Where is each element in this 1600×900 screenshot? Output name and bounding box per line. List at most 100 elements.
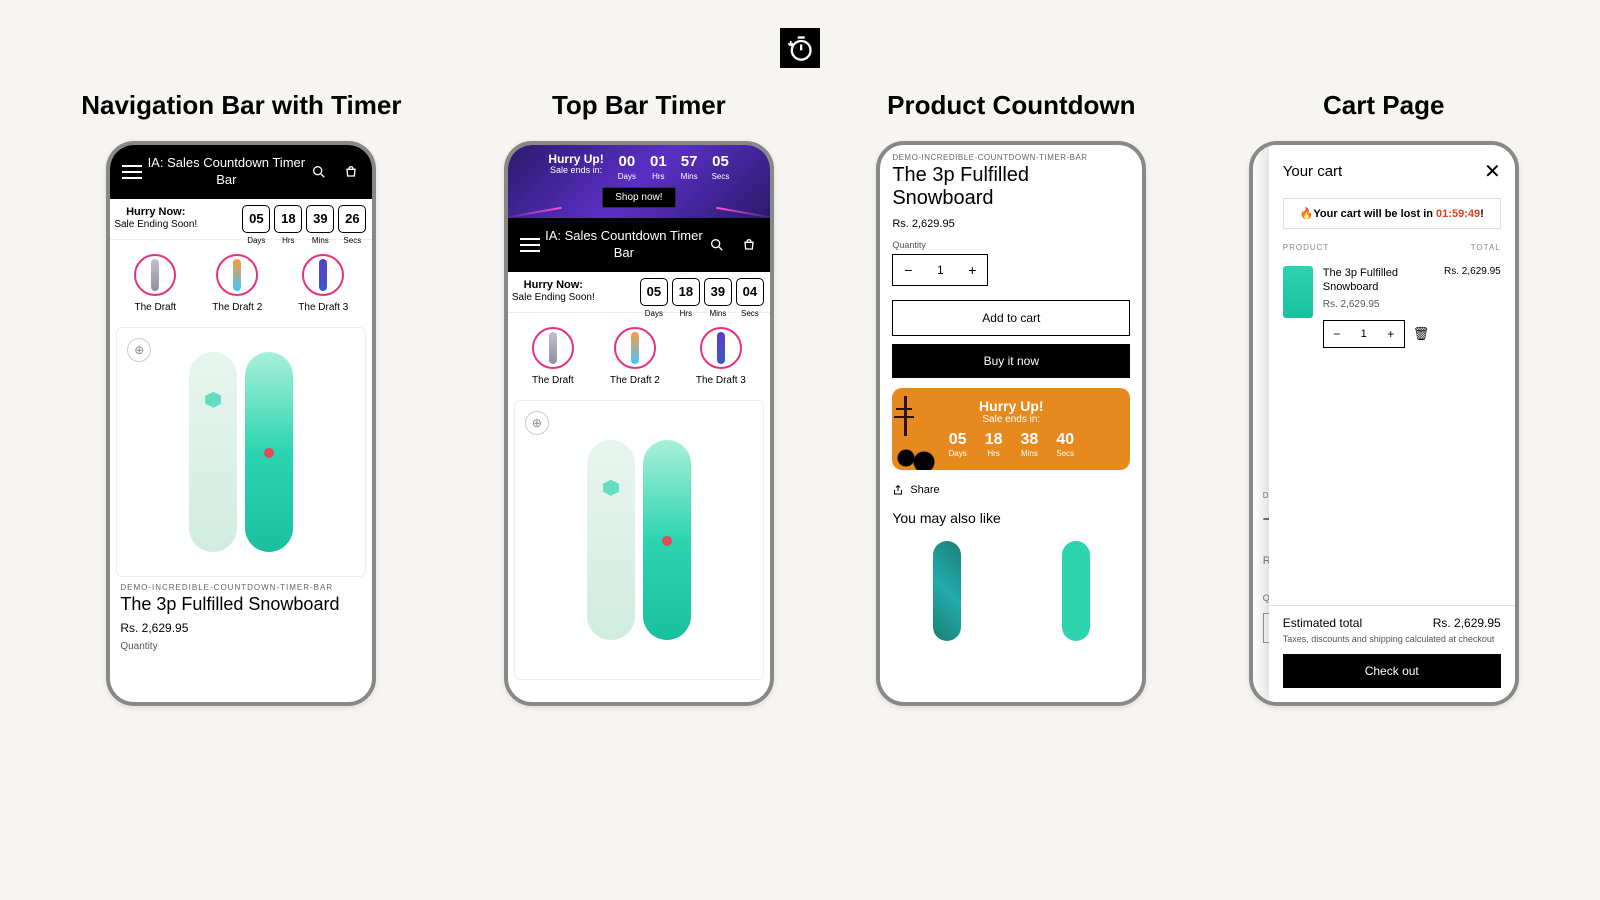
vendor-label: DEMO-INCREDIBLE-COUNTDOWN-TIMER-BAR [892,153,1130,162]
product-title[interactable]: The 3p Fulfilled Snowboard [120,594,362,615]
cart-item-name[interactable]: The 3p Fulfilled Snowboard [1323,266,1434,295]
navbar: IA: Sales Countdown Timer Bar [110,145,372,199]
cart-item-image[interactable] [1283,266,1313,318]
qty-value: 1 [923,263,957,277]
cart-item-total: Rs. 2,629.95 [1444,266,1501,348]
menu-icon[interactable] [520,238,540,252]
cart-qty-plus-button[interactable]: + [1378,321,1404,347]
product-title: The 3p Fulfilled Snowboard [892,164,1130,210]
days-value: 05Days [242,205,270,233]
menu-icon[interactable] [122,165,142,179]
navbar: IA: Sales Countdown Timer Bar [508,218,770,272]
product-price: Rs. 2,629.95 [120,621,362,635]
quantity-label: Quantity [892,240,1130,250]
collection-row: The Draft The Draft 2 The Draft 3 [110,240,372,317]
top-days: 00Days [618,153,636,181]
banner-mins: 38Mins [1021,431,1039,458]
product-image[interactable]: ⊕ [514,400,764,680]
cart-icon[interactable] [342,163,360,181]
countdown-bar: Hurry Now: Sale Ending Soon! 05Days 18Hr… [110,199,372,240]
top-announcement-bar: Hurry Up! Sale ends in: 00Days 01Hrs 57M… [508,145,770,218]
banner-days: 05Days [949,431,967,458]
countdown-bar: Hurry Now: Sale Ending Soon! 05Days 18Hr… [508,272,770,313]
search-icon[interactable] [708,236,726,254]
cart-icon[interactable] [740,236,758,254]
top-mins: 57Mins [681,153,698,181]
estimated-total-value: Rs. 2,629.95 [1433,616,1501,630]
zoom-icon[interactable]: ⊕ [127,338,151,362]
secs-value: 04Secs [736,278,764,306]
snowboard-image-teal [643,440,691,640]
share-button[interactable]: Share [880,470,1142,510]
cart-heading: Your cart [1283,163,1342,180]
cart-quantity-stepper: − 1 + [1323,320,1405,348]
cart-line-item: The 3p Fulfilled Snowboard Rs. 2,629.95 … [1269,256,1515,358]
related-product-2[interactable] [1046,536,1106,646]
search-icon[interactable] [310,163,328,181]
draft-3[interactable]: The Draft 3 [696,327,746,386]
shop-now-button[interactable]: Shop now! [602,187,675,208]
product-countdown-banner: Hurry Up! Sale ends in: 05Days 18Hrs 38M… [892,388,1130,470]
top-hrs: 01Hrs [650,153,667,181]
countdown-label: Hurry Now: Sale Ending Soon! [510,279,597,304]
banner-title: Hurry Up! [900,398,1122,414]
snowboard-image-light [587,440,635,640]
banner-secs: 40Secs [1056,431,1074,458]
draft-1[interactable]: The Draft [532,327,574,386]
banner-sub: Sale ends in: [900,414,1122,425]
col-total: TOTAL [1471,243,1501,252]
checkout-button[interactable]: Check out [1283,654,1501,688]
mins-value: 39Mins [704,278,732,306]
draft-1[interactable]: The Draft [134,254,176,313]
app-title[interactable]: IA: Sales Countdown Timer Bar [540,228,708,262]
secs-value: 26Secs [338,205,366,233]
app-title[interactable]: IA: Sales Countdown Timer Bar [142,155,310,189]
quantity-stepper: − 1 + [892,254,988,286]
mins-value: 39Mins [306,205,334,233]
hrs-value: 18Hrs [274,205,302,233]
phone-topbar: Hurry Up! Sale ends in: 00Days 01Hrs 57M… [504,141,774,706]
related-product-1[interactable] [917,536,977,646]
cart-qty-value: 1 [1350,321,1378,347]
draft-2[interactable]: The Draft 2 [212,254,262,313]
snowboard-image-light [189,352,237,552]
countdown-label: Hurry Now: Sale Ending Soon! [112,206,199,231]
top-secs: 05Secs [712,153,730,181]
banner-hrs: 18Hrs [985,431,1003,458]
draft-3[interactable]: The Draft 3 [298,254,348,313]
app-logo [780,28,820,68]
col-product: PRODUCT [1283,243,1330,252]
cart-drawer: Your cart ✕ 🔥Your cart will be lost in 0… [1269,145,1515,702]
qty-minus-button[interactable]: − [893,255,923,285]
product-meta: DEMO-INCREDIBLE-COUNTDOWN-TIMER-BAR The … [110,577,372,658]
product-image[interactable]: ⊕ [116,327,366,577]
vendor-label: DEMO-INCREDIBLE-COUNTDOWN-TIMER-BAR [120,583,362,592]
days-value: 05Days [640,278,668,306]
announce-label: Hurry Up! Sale ends in: [548,153,603,176]
add-to-cart-button[interactable]: Add to cart [892,300,1130,336]
buy-now-button[interactable]: Buy it now [892,344,1130,378]
phone-product: DEMO-INCREDIBLE-COUNTDOWN-TIMER-BAR The … [876,141,1146,706]
share-icon [892,484,904,496]
close-icon[interactable]: ✕ [1484,159,1501,184]
hrs-value: 18Hrs [672,278,700,306]
estimated-total-label: Estimated total [1283,616,1362,630]
cart-item-price: Rs. 2,629.95 [1323,299,1434,310]
cart-countdown-notice: 🔥Your cart will be lost in 01:59:49! [1283,198,1501,229]
zoom-icon[interactable]: ⊕ [525,411,549,435]
collection-row: The Draft The Draft 2 The Draft 3 [508,313,770,390]
qty-plus-button[interactable]: + [957,255,987,285]
cart-footer: Estimated total Rs. 2,629.95 Taxes, disc… [1269,605,1515,702]
draft-2[interactable]: The Draft 2 [610,327,660,386]
trash-icon[interactable]: 🗑 [1413,326,1430,342]
panel-title-product: Product Countdown [887,90,1135,121]
cart-qty-minus-button[interactable]: − [1324,321,1350,347]
phone-nav: IA: Sales Countdown Timer Bar Hurry Now:… [106,141,376,706]
snowboard-image-teal [245,352,293,552]
panel-title-topbar: Top Bar Timer [552,90,726,121]
also-like-heading: You may also like [892,510,1130,526]
quantity-label: Quantity [120,641,362,652]
panel-title-nav: Navigation Bar with Timer [81,90,401,121]
panel-title-cart: Cart Page [1323,90,1444,121]
tax-note: Taxes, discounts and shipping calculated… [1283,634,1501,644]
